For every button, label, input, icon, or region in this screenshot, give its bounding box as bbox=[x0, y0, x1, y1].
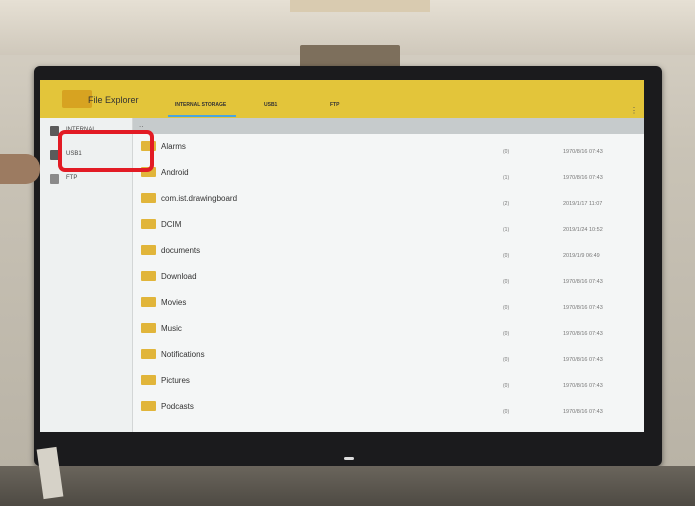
app-title: File Explorer bbox=[88, 95, 139, 105]
file-name: Alarms bbox=[161, 142, 186, 151]
file-date: 1970/8/16 07:43 bbox=[563, 383, 603, 389]
folder-icon bbox=[141, 323, 156, 333]
file-row[interactable]: Android (1) 1970/8/16 07:43 bbox=[133, 160, 644, 186]
file-count: (0) bbox=[503, 357, 510, 363]
path-bar[interactable]: .. bbox=[133, 118, 644, 134]
file-date: 1970/8/16 07:43 bbox=[563, 305, 603, 311]
file-count: (0) bbox=[503, 331, 510, 337]
file-row[interactable]: com.ist.drawingboard (2) 2019/1/17 11:07 bbox=[133, 186, 644, 212]
folder-icon bbox=[141, 193, 156, 203]
active-tab-indicator bbox=[168, 115, 236, 117]
path-text: .. bbox=[139, 120, 144, 129]
desk bbox=[0, 466, 695, 506]
tab-ftp[interactable]: FTP bbox=[330, 102, 339, 108]
file-row[interactable]: Movies (0) 1970/8/16 07:43 bbox=[133, 290, 644, 316]
file-row[interactable]: Download (0) 1970/8/16 07:43 bbox=[133, 264, 644, 290]
red-highlight-box bbox=[58, 130, 154, 172]
file-row[interactable]: Music (0) 1970/8/16 07:43 bbox=[133, 316, 644, 342]
file-date: 2019/1/17 11:07 bbox=[563, 201, 603, 207]
file-row[interactable]: Podcasts (0) 1970/8/16 07:43 bbox=[133, 394, 644, 420]
tab-usb1[interactable]: USB1 bbox=[264, 102, 277, 108]
ceiling-label bbox=[290, 0, 430, 12]
file-row[interactable]: Notifications (0) 1970/8/16 07:43 bbox=[133, 342, 644, 368]
file-name: Download bbox=[161, 272, 197, 281]
file-date: 1970/8/16 07:43 bbox=[563, 149, 603, 155]
file-name: com.ist.drawingboard bbox=[161, 194, 238, 203]
hand bbox=[0, 154, 40, 184]
file-date: 2019/1/24 10:52 bbox=[563, 227, 603, 233]
sidebar-item-label: FTP bbox=[66, 175, 78, 181]
file-count: (0) bbox=[503, 279, 510, 285]
file-name: Android bbox=[161, 168, 189, 177]
file-name: Podcasts bbox=[161, 402, 194, 411]
file-name: DCIM bbox=[161, 220, 182, 229]
app-bar: File Explorer INTERNAL STORAGE USB1 FTP … bbox=[40, 80, 644, 118]
file-count: (0) bbox=[503, 409, 510, 415]
folder-icon bbox=[141, 349, 156, 359]
tab-internal-storage[interactable]: INTERNAL STORAGE bbox=[175, 102, 226, 108]
file-list: Alarms (0) 1970/8/16 07:43 Android (1) 1… bbox=[133, 134, 644, 432]
folder-icon bbox=[141, 297, 156, 307]
file-date: 1970/8/16 07:43 bbox=[563, 175, 603, 181]
file-name: Movies bbox=[161, 298, 187, 307]
file-date: 1970/8/16 07:43 bbox=[563, 331, 603, 337]
file-name: Pictures bbox=[161, 376, 190, 385]
file-date: 1970/8/16 07:43 bbox=[563, 279, 603, 285]
folder-icon bbox=[141, 401, 156, 411]
file-date: 1970/8/16 07:43 bbox=[563, 409, 603, 415]
file-count: (0) bbox=[503, 149, 510, 155]
tv-indicator bbox=[344, 457, 354, 460]
file-date: 2019/1/9 06:49 bbox=[563, 253, 600, 259]
file-count: (0) bbox=[503, 305, 510, 311]
folder-icon bbox=[141, 219, 156, 229]
folder-icon bbox=[141, 245, 156, 255]
file-row[interactable]: Pictures (0) 1970/8/16 07:43 bbox=[133, 368, 644, 394]
file-row[interactable]: documents (0) 2019/1/9 06:49 bbox=[133, 238, 644, 264]
file-row[interactable]: Alarms (0) 1970/8/16 07:43 bbox=[133, 134, 644, 160]
file-count: (1) bbox=[503, 227, 510, 233]
file-count: (1) bbox=[503, 175, 510, 181]
file-count: (0) bbox=[503, 383, 510, 389]
ftp-icon bbox=[50, 174, 59, 184]
file-row[interactable]: DCIM (1) 2019/1/24 10:52 bbox=[133, 212, 644, 238]
file-name: Notifications bbox=[161, 350, 205, 359]
folder-icon bbox=[141, 271, 156, 281]
file-date: 1970/8/16 07:43 bbox=[563, 357, 603, 363]
more-menu-icon[interactable]: ⋮ bbox=[630, 106, 638, 115]
file-count: (2) bbox=[503, 201, 510, 207]
file-count: (0) bbox=[503, 253, 510, 259]
folder-icon bbox=[141, 375, 156, 385]
file-name: Music bbox=[161, 324, 182, 333]
file-name: documents bbox=[161, 246, 201, 255]
